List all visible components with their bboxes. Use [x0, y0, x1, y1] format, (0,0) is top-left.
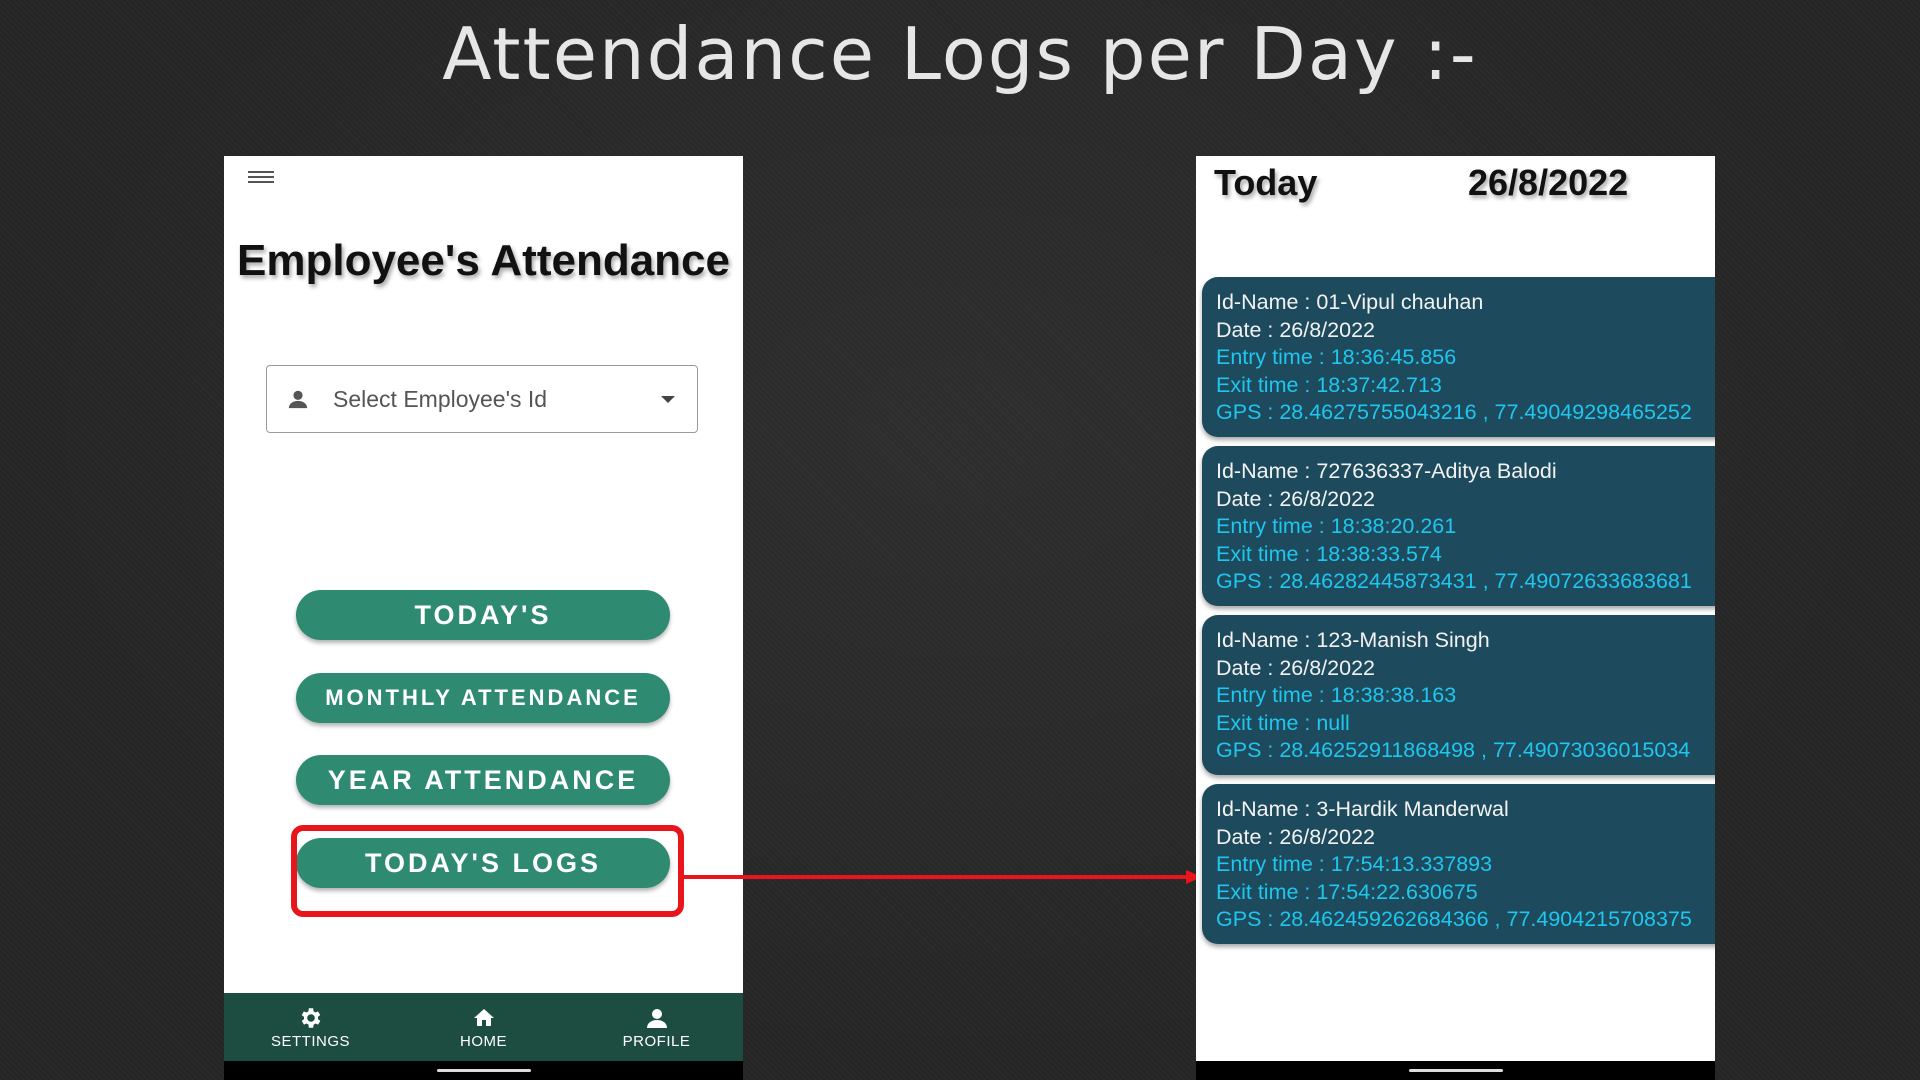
- left-phone-screen: Employee's Attendance Select Employee's …: [224, 156, 743, 1080]
- log-gps: GPS : 28.46252911868498 , 77.49073036015…: [1216, 738, 1691, 762]
- nav-item-settings[interactable]: SETTINGS: [224, 993, 397, 1061]
- log-exit-time: Exit time : 18:38:33.574: [1216, 541, 1442, 566]
- employee-id-select[interactable]: Select Employee's Id: [266, 365, 698, 433]
- person-icon: [645, 1005, 669, 1031]
- nav-label-settings: SETTINGS: [270, 1032, 350, 1050]
- home-icon: [471, 1005, 497, 1031]
- nav-item-home[interactable]: HOME: [397, 993, 570, 1061]
- log-gps: GPS : 28.46282445873431 , 77.49072633683…: [1216, 569, 1692, 593]
- log-gps: GPS : 28.462459262684366 , 77.4904215708…: [1216, 907, 1692, 931]
- hamburger-menu-icon[interactable]: [248, 168, 274, 188]
- todays-button[interactable]: TODAY'S: [296, 590, 670, 640]
- red-arrow: [678, 870, 1202, 884]
- select-placeholder: Select Employee's Id: [333, 385, 548, 412]
- log-exit-time: Exit time : null: [1216, 710, 1350, 735]
- log-card[interactable]: Id-Name : 3-Hardik Manderwal Date : 26/8…: [1202, 784, 1715, 944]
- year-attendance-button[interactable]: YEAR ATTENDANCE: [296, 755, 670, 805]
- nav-label-home: HOME: [460, 1032, 507, 1050]
- log-date: Date : 26/8/2022: [1216, 655, 1375, 680]
- bottom-nav: SETTINGS HOME PROFILE: [224, 993, 743, 1061]
- log-exit-time: Exit time : 17:54:22.630675: [1216, 879, 1478, 904]
- log-entry-time: Entry time : 18:38:20.261: [1216, 514, 1457, 538]
- log-id-name: Id-Name : 123-Manish Singh: [1216, 628, 1490, 652]
- log-date: Date : 26/8/2022: [1216, 824, 1375, 849]
- log-entry-time: Entry time : 18:38:38.163: [1216, 683, 1457, 707]
- today-label: Today: [1214, 162, 1318, 203]
- system-nav-bar: [224, 1061, 743, 1080]
- todays-logs-button[interactable]: TODAY'S LOGS: [296, 838, 670, 888]
- gear-icon: [298, 1005, 324, 1031]
- monthly-attendance-button[interactable]: MONTHLY ATTENDANCE: [296, 673, 670, 723]
- log-date: Date : 26/8/2022: [1216, 317, 1375, 342]
- log-date: Date : 26/8/2022: [1216, 486, 1375, 511]
- home-indicator[interactable]: [1408, 1069, 1503, 1072]
- log-id-name: Id-Name : 727636337-Aditya Balodi: [1216, 459, 1557, 483]
- system-nav-bar: [1196, 1061, 1715, 1080]
- dropdown-caret-icon: [661, 395, 675, 403]
- log-entry-time: Entry time : 18:36:45.856: [1216, 345, 1457, 369]
- log-id-name: Id-Name : 01-Vipul chauhan: [1216, 290, 1484, 314]
- log-exit-time: Exit time : 18:37:42.713: [1216, 372, 1442, 397]
- app-title: Employee's Attendance: [237, 236, 730, 285]
- right-phone-screen: Today 26/8/2022 Id-Name : 01-Vipul chauh…: [1196, 156, 1715, 1080]
- log-card[interactable]: Id-Name : 01-Vipul chauhan Date : 26/8/2…: [1202, 277, 1715, 437]
- person-icon: [287, 388, 309, 410]
- nav-item-profile[interactable]: PROFILE: [570, 993, 743, 1061]
- log-card[interactable]: Id-Name : 123-Manish Singh Date : 26/8/2…: [1202, 615, 1715, 775]
- home-indicator[interactable]: [436, 1069, 531, 1072]
- log-entry-time: Entry time : 17:54:13.337893: [1216, 852, 1493, 876]
- today-date: 26/8/2022: [1468, 162, 1629, 203]
- log-id-name: Id-Name : 3-Hardik Manderwal: [1216, 797, 1509, 821]
- log-card[interactable]: Id-Name : 727636337-Aditya Balodi Date :…: [1202, 446, 1715, 606]
- slide-title: Attendance Logs per Day :-: [442, 12, 1478, 96]
- nav-label-profile: PROFILE: [622, 1032, 691, 1050]
- log-gps: GPS : 28.46275755043216 , 77.49049298465…: [1216, 400, 1692, 424]
